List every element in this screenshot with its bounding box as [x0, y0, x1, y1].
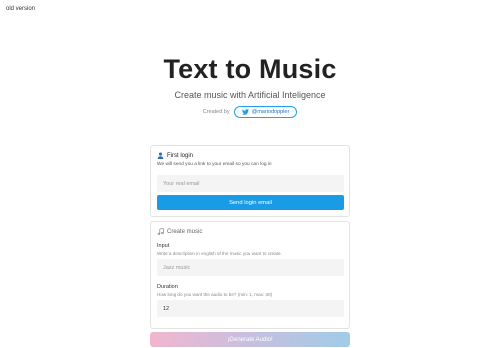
user-icon [157, 152, 164, 159]
create-music-title: Create music [157, 228, 343, 235]
old-version-link[interactable]: old version [6, 6, 35, 12]
credit-label: Created by [202, 109, 230, 115]
send-login-email-button[interactable]: Send login email [157, 195, 344, 210]
duration-help-text: How long do you want the audio to be? (m… [157, 292, 273, 297]
credit-row: Created by @mariodoppler [0, 106, 500, 118]
duration-input[interactable] [157, 300, 344, 317]
page-subtitle: Create music with Artificial Inteligence [174, 90, 326, 100]
login-card-title: First login [157, 152, 343, 159]
create-music-card: Create music Input Write a description i… [150, 221, 350, 329]
input-label: Input [157, 243, 170, 249]
page-title: Text to Music [163, 54, 337, 84]
twitter-handle: @mariodoppler [251, 109, 290, 115]
email-input[interactable] [157, 175, 344, 192]
music-note-icon [157, 228, 164, 235]
input-help-text: Write a description in english of the mu… [157, 251, 282, 256]
login-card-description: We will send you a link to your email so… [157, 162, 272, 167]
twitter-bird-icon [241, 109, 249, 115]
music-description-input[interactable] [157, 259, 344, 276]
create-music-title-text: Create music [167, 228, 203, 235]
twitter-credit-button[interactable]: @mariodoppler [233, 106, 298, 118]
login-card: First login We will send you a link to y… [150, 145, 350, 217]
login-card-title-text: First login [167, 152, 194, 159]
duration-label: Duration [157, 284, 178, 290]
generate-audio-button[interactable]: ¡Generate Audio! [150, 332, 350, 347]
